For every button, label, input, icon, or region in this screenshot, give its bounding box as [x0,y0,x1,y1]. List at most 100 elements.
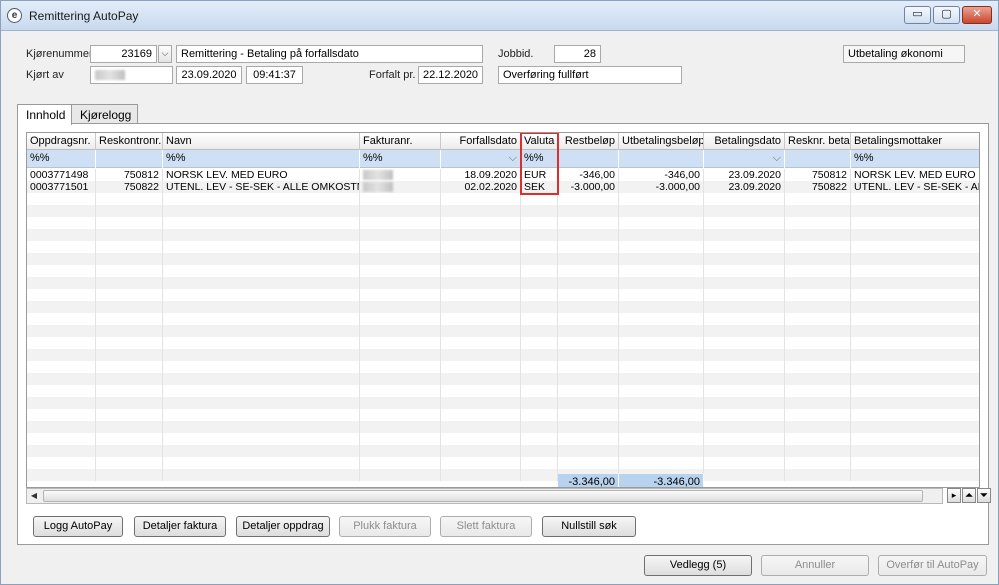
empty-cell [704,325,785,337]
filter-restbelop[interactable] [558,150,619,168]
cell-oppdragsnr: 0003771501 [27,181,96,193]
nav-up-icon[interactable]: ⏶ [962,488,976,503]
nullstill-sok-button[interactable]: Nullstill søk [542,516,636,537]
col-restbelop[interactable]: Restbeløp [558,133,619,150]
filter-betalingsdato[interactable]: ⌵ [704,150,785,168]
vedlegg-button[interactable]: Vedlegg (5) [644,555,752,576]
empty-cell [521,301,558,313]
filter-fakturanr[interactable]: %% [360,150,441,168]
cell-navn: UTENL. LEV - SE-SEK - ALLE OMKOSTNINGER [163,181,360,193]
table-row[interactable]: 0003771498 750812 NORSK LEV. MED EURO 18… [27,169,979,181]
empty-cell [96,217,163,229]
tab-innhold[interactable]: Innhold [17,104,72,125]
empty-cell [96,325,163,337]
empty-cell [558,301,619,313]
empty-cell [521,205,558,217]
col-reskontronr[interactable]: Reskontronr. [96,133,163,150]
empty-cell [785,445,851,457]
betalingsdato-dropdown-icon[interactable]: ⌵ [773,152,781,164]
plukk-faktura-button[interactable]: Plukk faktura [339,516,431,537]
filter-navn[interactable]: %% [163,150,360,168]
empty-cell [360,433,441,445]
overfor-autopay-button[interactable]: Overfør til AutoPay [878,555,987,576]
col-fakturanr[interactable]: Fakturanr. [360,133,441,150]
scroll-left-icon[interactable]: ◀ [27,489,41,503]
empty-cell [851,241,979,253]
empty-cell [558,229,619,241]
empty-cell [704,385,785,397]
empty-cell [441,289,521,301]
empty-cell [558,385,619,397]
empty-cell [360,325,441,337]
filter-reskontronr[interactable] [96,150,163,168]
filter-utbetalingsbelop[interactable] [619,150,704,168]
empty-table-row [27,349,979,361]
empty-cell [27,193,96,205]
filter-oppdragsnr[interactable]: %% [27,150,96,168]
empty-table-row [27,445,979,457]
col-navn[interactable]: Navn [163,133,360,150]
empty-cell [27,457,96,469]
col-betalingsdato[interactable]: Betalingsdato [704,133,785,150]
kjorenummer-field[interactable]: 23169 [90,45,157,63]
empty-cell [558,313,619,325]
empty-table-row [27,433,979,445]
nav-down-icon[interactable]: ⏷ [977,488,991,503]
maximize-button[interactable]: ▢ [933,6,960,24]
empty-cell [27,301,96,313]
kjorenummer-dropdown-icon[interactable]: ⌵ [158,45,172,63]
cell-fakturanr [360,169,441,181]
minimize-button[interactable]: ▭ [904,6,931,24]
scroll-thumb[interactable] [43,490,923,502]
col-oppdragsnr[interactable]: Oppdragsnr. [27,133,96,150]
filter-mottaker[interactable]: %% [851,150,979,168]
table-row[interactable]: 0003771501 750822 UTENL. LEV - SE-SEK - … [27,181,979,193]
empty-cell [441,349,521,361]
slett-faktura-button[interactable]: Slett faktura [440,516,532,537]
detaljer-oppdrag-button[interactable]: Detaljer oppdrag [236,516,330,537]
empty-cell [96,361,163,373]
empty-cell [27,265,96,277]
col-resknr-betali[interactable]: Resknr. betali [785,133,851,150]
filter-forfallsdato[interactable]: ⌵ [441,150,521,168]
empty-cell [27,277,96,289]
col-utbetalingsbelop[interactable]: Utbetalingsbeløp [619,133,704,150]
kjorenummer-label: Kjørenummer [26,48,93,60]
empty-cell [163,337,360,349]
forfallsdato-dropdown-icon[interactable]: ⌵ [509,152,517,164]
close-button[interactable]: ✕ [962,6,992,24]
empty-cell [785,421,851,433]
empty-table-row [27,313,979,325]
empty-cell [704,241,785,253]
filter-resknr-betali[interactable] [785,150,851,168]
tab-kjorelogg[interactable]: Kjørelogg [72,104,138,124]
empty-cell [851,205,979,217]
nav-right-icon[interactable]: ▸ [947,488,961,503]
remittering-window: e Remittering AutoPay ▭ ▢ ✕ Kjørenummer … [0,0,999,585]
empty-cell [619,229,704,241]
empty-cell [619,385,704,397]
empty-cell [558,397,619,409]
empty-cell [558,325,619,337]
empty-cell [27,349,96,361]
empty-cell [441,301,521,313]
empty-cell [704,433,785,445]
empty-cell [27,361,96,373]
empty-cell [851,289,979,301]
empty-cell [558,241,619,253]
empty-cell [27,253,96,265]
empty-cell [441,421,521,433]
col-betalingsmottaker[interactable]: Betalingsmottaker [851,133,979,150]
empty-cell [441,337,521,349]
empty-cell [704,217,785,229]
cell-betalingsdato: 23.09.2020 [704,181,785,193]
logg-autopay-button[interactable]: Logg AutoPay [33,516,123,537]
col-forfallsdato[interactable]: Forfallsdato [441,133,521,150]
annuller-button[interactable]: Annuller [761,555,869,576]
empty-cell [27,409,96,421]
detaljer-faktura-button[interactable]: Detaljer faktura [134,516,226,537]
title-bar[interactable]: e Remittering AutoPay ▭ ▢ ✕ [1,1,998,31]
empty-cell [441,313,521,325]
empty-cell [27,433,96,445]
horizontal-scrollbar[interactable]: ◀ [26,488,943,504]
